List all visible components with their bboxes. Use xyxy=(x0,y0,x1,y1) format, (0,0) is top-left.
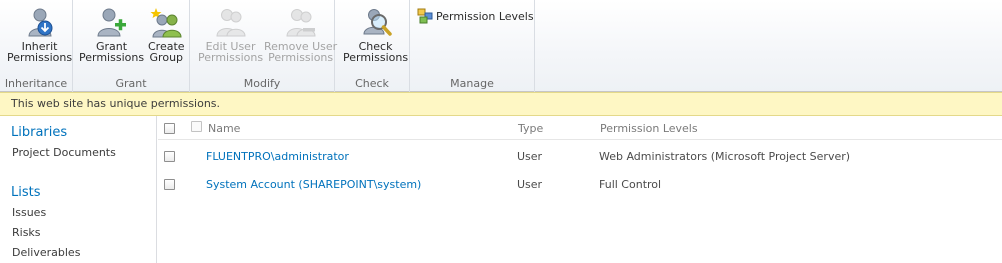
user-type: User xyxy=(517,178,543,191)
column-select-checkbox[interactable] xyxy=(191,121,202,132)
permission-levels-button[interactable]: Permission Levels xyxy=(417,8,534,24)
nav-item-deliverables[interactable]: Deliverables xyxy=(0,246,156,259)
status-bar: This web site has unique permissions. xyxy=(0,92,1002,116)
grant-permissions-icon xyxy=(96,6,128,38)
edit-user-permissions-label-2: Permissions xyxy=(198,51,264,64)
list-header: Name Type Permission Levels xyxy=(158,116,1002,140)
group-inheritance: Inherit Permissions Inheritance xyxy=(0,0,73,92)
create-group-label-2: Group xyxy=(149,51,184,64)
group-label-inheritance: Inheritance xyxy=(4,77,68,90)
remove-user-permissions-label-2: Permissions xyxy=(268,51,334,64)
user-name-link[interactable]: System Account (SHAREPOINT\system) xyxy=(206,178,421,191)
user-permission-levels: Web Administrators (Microsoft Project Se… xyxy=(599,150,851,163)
nav-heading-libraries[interactable]: Libraries xyxy=(0,125,156,140)
create-group-button[interactable]: Create Group xyxy=(148,6,185,63)
group-label-modify: Modify xyxy=(243,77,281,90)
nav-heading-lists[interactable]: Lists xyxy=(0,185,156,200)
table-row[interactable]: System Account (SHAREPOINT\system) User … xyxy=(158,171,1002,199)
nav-item-risks[interactable]: Risks xyxy=(0,226,156,239)
select-all-checkbox[interactable] xyxy=(164,123,175,134)
inherit-permissions-icon xyxy=(24,6,56,38)
check-permissions-label-2: Permissions xyxy=(343,51,409,64)
row-checkbox[interactable] xyxy=(164,179,175,190)
group-manage: Permission Levels Manage xyxy=(410,0,535,92)
edit-user-permissions-button[interactable]: Edit User Permissions xyxy=(198,6,263,63)
grant-permissions-button[interactable]: Grant Permissions xyxy=(79,6,144,63)
group-grant: Grant Permissions Create Group Grant xyxy=(73,0,190,92)
group-check: Check Permissions Check xyxy=(335,0,410,92)
ribbon: Inherit Permissions Inheritance Grant Pe… xyxy=(0,0,1002,92)
create-group-icon xyxy=(150,6,182,38)
check-permissions-button[interactable]: Check Permissions xyxy=(343,6,408,63)
permission-levels-label: Permission Levels xyxy=(436,9,534,23)
group-label-check: Check xyxy=(355,77,389,90)
row-checkbox[interactable] xyxy=(164,151,175,162)
permission-levels-icon xyxy=(417,8,433,24)
user-name-link[interactable]: FLUENTPRO\administrator xyxy=(206,150,349,163)
user-permission-levels: Full Control xyxy=(599,178,662,191)
column-header-permission-levels[interactable]: Permission Levels xyxy=(600,122,698,135)
nav-item-project-documents[interactable]: Project Documents xyxy=(0,146,156,159)
nav-item-issues[interactable]: Issues xyxy=(0,206,156,219)
check-permissions-icon xyxy=(360,6,392,38)
table-row[interactable]: FLUENTPRO\administrator User Web Adminis… xyxy=(158,143,1002,171)
inherit-permissions-label-2: Permissions xyxy=(7,51,73,64)
group-modify: Edit User Permissions Remove User Permis… xyxy=(190,0,337,92)
edit-user-permissions-icon xyxy=(215,6,247,38)
user-type: User xyxy=(517,150,543,163)
remove-user-permissions-button[interactable]: Remove User Permissions xyxy=(264,6,337,63)
remove-user-permissions-icon xyxy=(285,6,317,38)
inherit-permissions-button[interactable]: Inherit Permissions xyxy=(7,6,72,63)
column-header-name[interactable]: Name xyxy=(208,122,240,135)
grant-permissions-label-2: Permissions xyxy=(79,51,145,64)
quick-launch: Libraries Project Documents Lists Issues… xyxy=(0,116,157,263)
permissions-list: Name Type Permission Levels FLUENTPRO\ad… xyxy=(158,116,1002,263)
group-label-manage: Manage xyxy=(450,77,494,90)
group-label-grant: Grant xyxy=(115,77,147,90)
column-header-type[interactable]: Type xyxy=(518,122,543,135)
